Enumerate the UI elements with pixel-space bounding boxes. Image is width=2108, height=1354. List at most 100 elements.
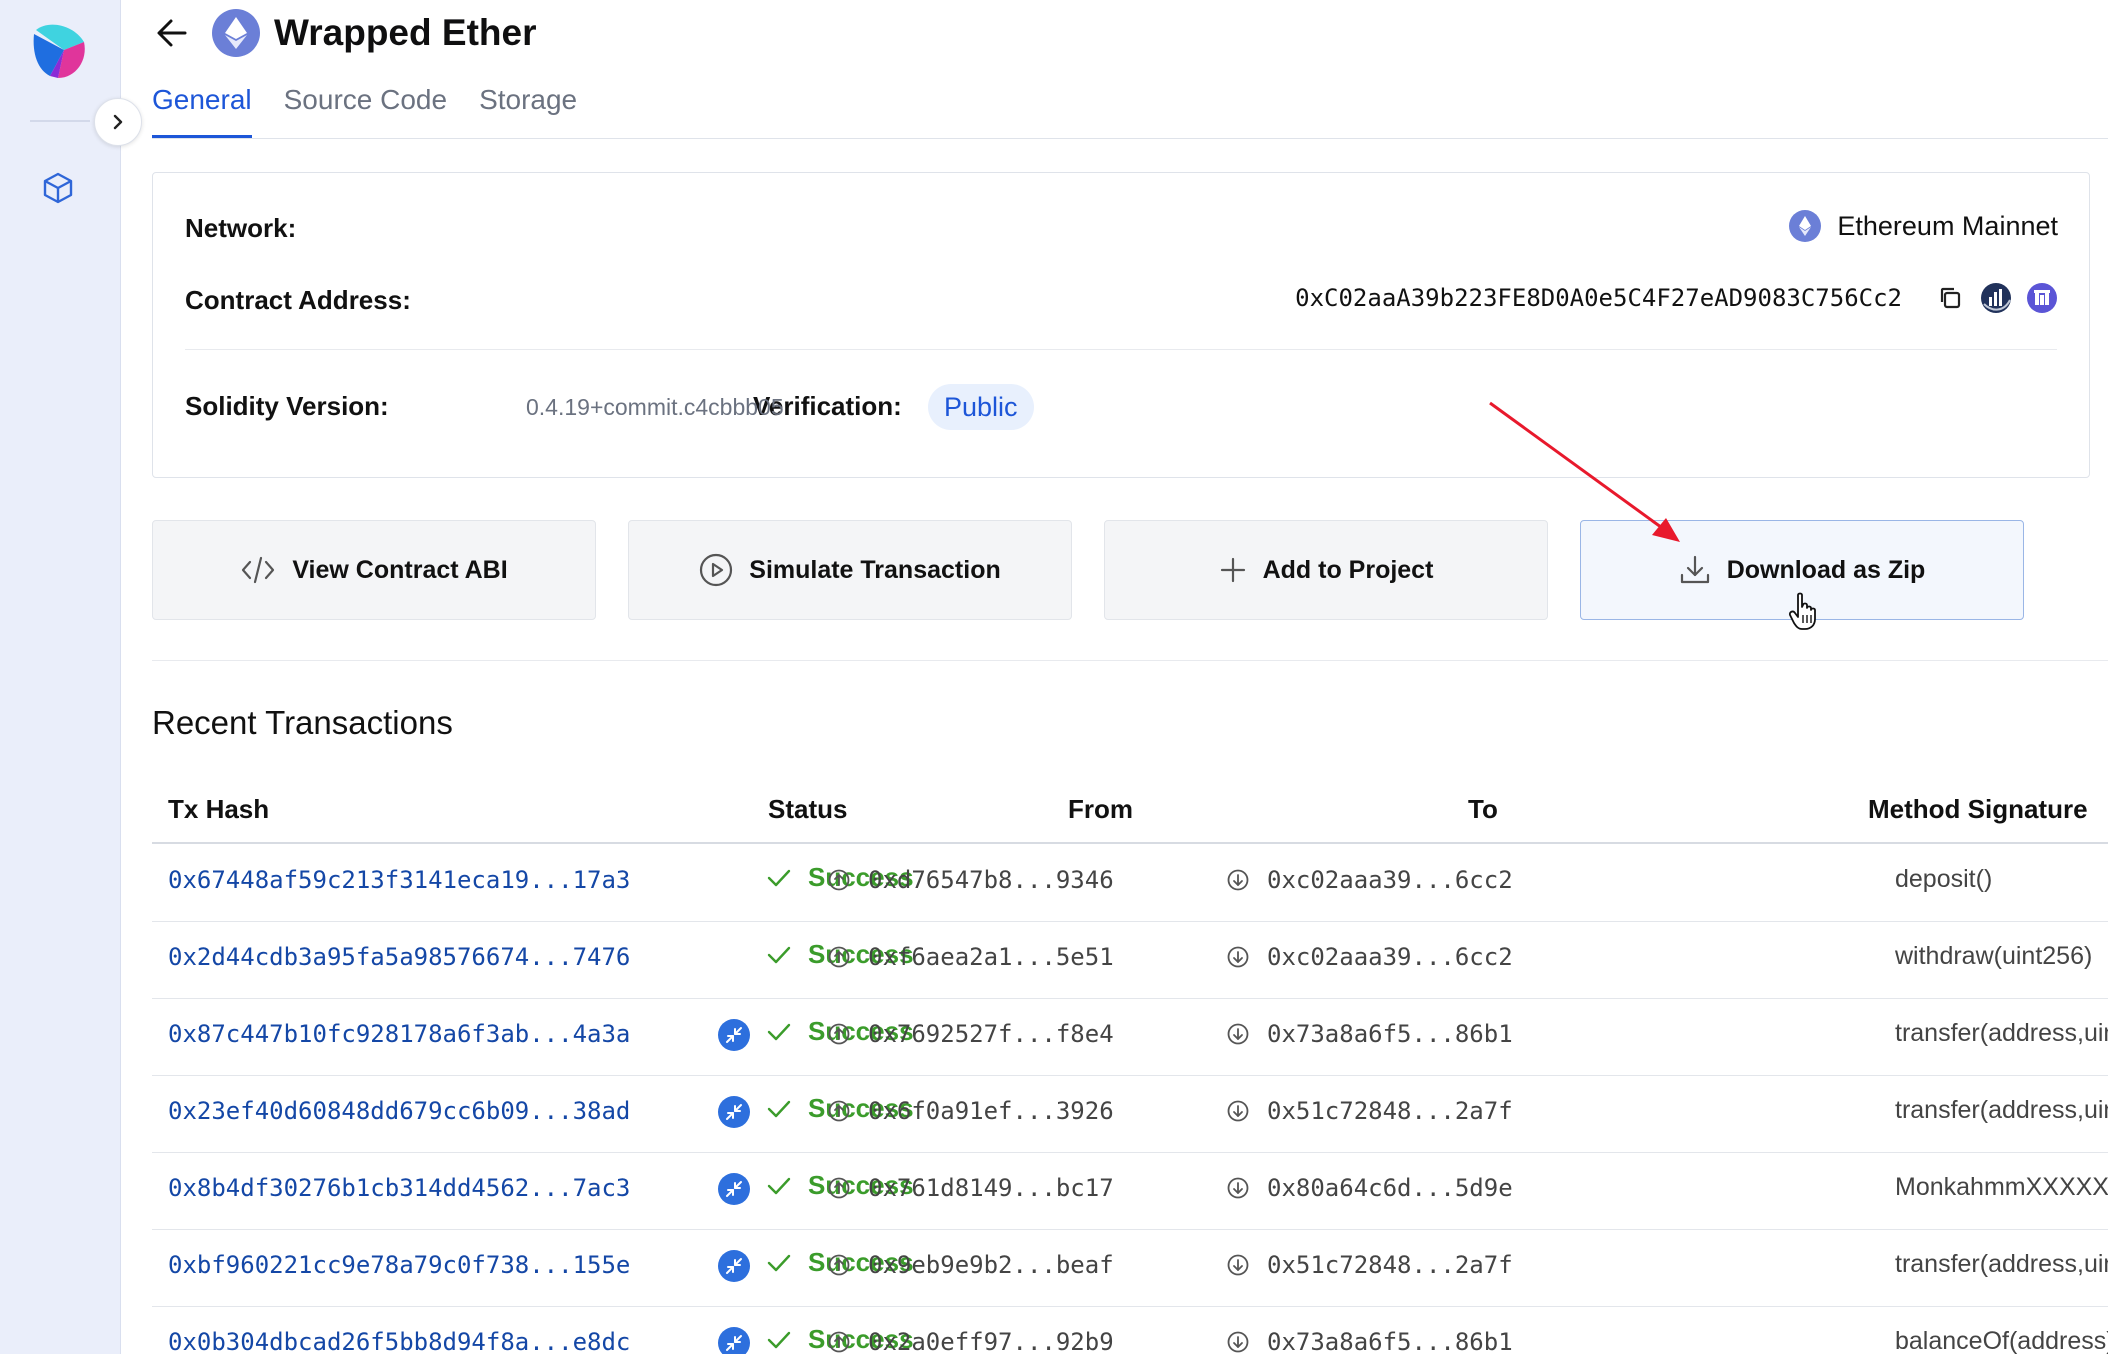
tab-source-code[interactable]: Source Code xyxy=(284,84,447,139)
network-value: Ethereum Mainnet xyxy=(1789,210,2058,242)
view-contract-abi-label: View Contract ABI xyxy=(292,555,508,584)
arrow-up-circle-icon xyxy=(828,1331,850,1353)
mev-compress-icon xyxy=(718,1250,750,1282)
contract-address-value: 0xC02aaA39b223FE8D0A0e5C4F27eAD9083C756C… xyxy=(1295,284,1902,312)
cube-icon[interactable] xyxy=(40,170,76,206)
add-to-project-label: Add to Project xyxy=(1262,555,1434,584)
chevron-right-icon xyxy=(113,114,123,130)
column-header-to: To xyxy=(1468,794,1498,824)
arrow-up-circle-icon xyxy=(828,946,850,968)
page-header: Wrapped Ether xyxy=(152,8,536,58)
copy-icon[interactable] xyxy=(1934,282,1966,314)
tx-hash-link[interactable]: 0x0b304dbcad26f5bb8d94f8a...e8dc xyxy=(168,1328,630,1354)
column-header-method-signature: Method Signature xyxy=(1868,794,2088,824)
arrow-down-circle-icon xyxy=(1227,1177,1249,1199)
tab-general[interactable]: General xyxy=(152,84,252,139)
column-header-status: Status xyxy=(768,794,848,824)
table-row[interactable]: 0x87c447b10fc928178a6f3ab...4a3a Success 0… xyxy=(152,998,2108,1076)
table-row[interactable]: 0xbf960221cc9e78a79c0f738...155e Success 0… xyxy=(152,1229,2108,1307)
explorer-chart-icon[interactable] xyxy=(1980,282,2012,314)
arrow-down-circle-icon xyxy=(1227,1331,1249,1353)
check-icon xyxy=(766,867,792,889)
method-signature: transfer(address,uint256) xyxy=(1895,1250,2108,1278)
from-address[interactable]: 0x9eb9e9b2...beaf xyxy=(828,1251,1114,1279)
tx-hash-link[interactable]: 0x8b4df30276b1cb314dd4562...7ac3 xyxy=(168,1174,630,1202)
from-address[interactable]: 0x6f0a91ef...3926 xyxy=(828,1097,1114,1125)
to-address-text: 0xc02aaa39...6cc2 xyxy=(1267,943,1513,971)
to-address[interactable]: 0xc02aaa39...6cc2 xyxy=(1227,943,1513,971)
tx-hash-link[interactable]: 0x2d44cdb3a95fa5a98576674...7476 xyxy=(168,943,630,971)
arrow-up-circle-icon xyxy=(828,1023,850,1045)
network-name: Ethereum Mainnet xyxy=(1837,210,2058,241)
page-title: Wrapped Ether xyxy=(274,12,537,53)
tx-hash-link[interactable]: 0xbf960221cc9e78a79c0f738...155e xyxy=(168,1251,630,1279)
to-address[interactable]: 0x73a8a6f5...86b1 xyxy=(1227,1020,1513,1048)
method-signature: balanceOf(address) xyxy=(1895,1327,2108,1354)
back-arrow-icon[interactable] xyxy=(152,13,192,53)
check-icon xyxy=(766,1098,792,1120)
add-to-project-button[interactable]: Add to Project xyxy=(1104,520,1548,620)
check-icon xyxy=(766,944,792,966)
arrow-down-circle-icon xyxy=(1227,1254,1249,1276)
check-icon xyxy=(766,1252,792,1274)
section-divider xyxy=(152,660,2108,661)
verification-badge: Public xyxy=(928,384,1034,430)
from-address[interactable]: 0x761d8149...bc17 xyxy=(828,1174,1114,1202)
download-as-zip-label: Download as Zip xyxy=(1726,555,1926,584)
ethereum-network-icon xyxy=(1789,210,1822,242)
table-row[interactable]: 0x67448af59c213f3141eca19...17a3 Success 0… xyxy=(152,844,2108,922)
transactions-table-body: Tx Hash Status From To Method Signature … xyxy=(152,780,2108,1354)
expand-sidebar-button[interactable] xyxy=(94,98,142,146)
arrow-down-circle-icon xyxy=(1227,1023,1249,1045)
app-logo[interactable] xyxy=(28,20,90,82)
to-address[interactable]: 0x51c72848...2a7f xyxy=(1227,1251,1513,1279)
download-as-zip-button[interactable]: Download as Zip xyxy=(1580,520,2024,620)
mev-compress-icon xyxy=(718,1019,750,1051)
from-address-text: 0x9eb9e9b2...beaf xyxy=(868,1251,1114,1279)
table-row[interactable]: 0x0b304dbcad26f5bb8d94f8a...e8dc Success 0… xyxy=(152,1306,2108,1354)
to-address-text: 0x73a8a6f5...86b1 xyxy=(1267,1020,1513,1048)
from-address[interactable]: 0xd76547b8...9346 xyxy=(828,866,1114,894)
to-address[interactable]: 0x80a64c6d...5d9e xyxy=(1227,1174,1513,1202)
view-contract-abi-button[interactable]: View Contract ABI xyxy=(152,520,596,620)
tx-hash-link[interactable]: 0x87c447b10fc928178a6f3ab...4a3a xyxy=(168,1020,630,1048)
simulate-transaction-button[interactable]: Simulate Transaction xyxy=(628,520,1072,620)
to-address[interactable]: 0xc02aaa39...6cc2 xyxy=(1227,866,1513,894)
from-address-text: 0x2a0eff97...92b9 xyxy=(868,1328,1114,1354)
from-address[interactable]: 0x2a0eff97...92b9 xyxy=(828,1328,1114,1354)
to-address[interactable]: 0x51c72848...2a7f xyxy=(1227,1097,1513,1125)
tx-hash-link[interactable]: 0x23ef40d60848dd679cc6b09...38ad xyxy=(168,1097,630,1125)
contract-address-row: 0xC02aaA39b223FE8D0A0e5C4F27eAD9083C756C… xyxy=(1295,282,2058,314)
from-address-text: 0xf6aea2a1...5e51 xyxy=(868,943,1114,971)
to-address-text: 0x80a64c6d...5d9e xyxy=(1267,1174,1513,1202)
solidity-version-value: 0.4.19+commit.c4cbbb05 xyxy=(526,394,784,420)
network-label: Network: xyxy=(185,213,297,243)
arrow-down-circle-icon xyxy=(1227,946,1249,968)
table-row[interactable]: 0x8b4df30276b1cb314dd4562...7ac3 Success 0… xyxy=(152,1152,2108,1230)
tx-hash-link[interactable]: 0x67448af59c213f3141eca19...17a3 xyxy=(168,866,630,894)
play-icon xyxy=(699,553,733,587)
tab-storage[interactable]: Storage xyxy=(479,84,577,139)
sidebar-divider xyxy=(30,120,90,122)
table-row[interactable]: 0x2d44cdb3a95fa5a98576674...7476 Success 0… xyxy=(152,921,2108,999)
to-address-text: 0x51c72848...2a7f xyxy=(1267,1251,1513,1279)
from-address-text: 0x761d8149...bc17 xyxy=(868,1174,1114,1202)
from-address-text: 0x7692527f...f8e4 xyxy=(868,1020,1114,1048)
plus-icon xyxy=(1219,556,1247,584)
explorer-logo-icon[interactable] xyxy=(2026,282,2058,314)
mev-compress-icon xyxy=(718,1173,750,1205)
table-row[interactable]: 0x23ef40d60848dd679cc6b09...38ad Success 0… xyxy=(152,1075,2108,1153)
code-icon xyxy=(240,555,276,585)
main-content: Wrapped Ether General Source Code Storag… xyxy=(120,0,2108,1354)
mev-compress-icon xyxy=(718,1096,750,1128)
method-signature: transfer(address,uint256) xyxy=(1895,1019,2108,1047)
arrow-up-circle-icon xyxy=(828,1254,850,1276)
from-address[interactable]: 0x7692527f...f8e4 xyxy=(828,1020,1114,1048)
from-address[interactable]: 0xf6aea2a1...5e51 xyxy=(828,943,1114,971)
contract-address-label: Contract Address: xyxy=(185,285,411,315)
to-address-text: 0xc02aaa39...6cc2 xyxy=(1267,866,1513,894)
recent-transactions-title: Recent Transactions xyxy=(152,704,453,741)
method-signature: MonkahmmXXXXX xyxy=(1895,1173,2108,1201)
solidity-version-label: Solidity Version: xyxy=(185,391,389,421)
to-address[interactable]: 0x73a8a6f5...86b1 xyxy=(1227,1328,1513,1354)
